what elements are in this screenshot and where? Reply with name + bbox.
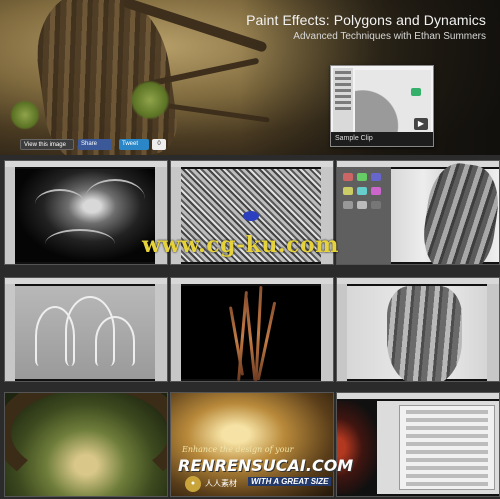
viewport-trunk (347, 286, 487, 381)
viewport-dark-tree (15, 169, 155, 262)
view-image-button[interactable]: View this image (20, 139, 74, 150)
sample-toolbar (333, 68, 353, 132)
page-title: Paint Effects: Polygons and Dynamics (246, 12, 486, 28)
screenshot-thumbnail[interactable] (336, 277, 500, 382)
viewport-vines (181, 285, 321, 381)
screenshot-thumbnail[interactable] (336, 392, 500, 497)
facebook-share-button[interactable]: Share (78, 139, 112, 150)
tweet-button[interactable]: Tweet (119, 139, 149, 150)
viewport-attributes (337, 401, 499, 494)
watermark-tagline: Enhance the design of your (182, 445, 294, 454)
sample-clip-caption: Sample Clip (331, 132, 433, 146)
forest-render (5, 393, 167, 496)
leaves-art (10, 100, 40, 130)
screenshot-thumbnail[interactable] (170, 277, 334, 382)
screenshot-thumbnail[interactable] (4, 392, 168, 497)
viewport-grey-trunk (391, 161, 499, 264)
watermark-logo-icon: ● (185, 476, 201, 492)
tree-trunk-art (28, 0, 182, 155)
play-icon[interactable]: ▶ (414, 118, 428, 130)
sample-highlight (411, 88, 421, 96)
screenshot-thumbnail[interactable] (4, 277, 168, 382)
watermark-chinese: 人人素材 (205, 479, 237, 488)
sample-clip-thumbnail[interactable]: ▶ Sample Clip (330, 65, 434, 147)
attribute-panel (399, 405, 495, 490)
watermark-size: WITH A GREAT SIZE (248, 477, 332, 486)
share-count: 0 (152, 139, 166, 150)
page: Paint Effects: Polygons and Dynamics Adv… (0, 0, 500, 499)
watermark-cgku: www.cg-ku.com (142, 232, 339, 258)
screenshot-thumbnail[interactable] (336, 160, 500, 265)
hero-banner: Paint Effects: Polygons and Dynamics Adv… (0, 0, 500, 155)
leaves-art (130, 80, 170, 120)
watermark-brand: RENRENSUCAI.COM (178, 456, 354, 475)
page-subtitle: Advanced Techniques with Ethan Summers (293, 31, 486, 42)
viewport-plant (15, 286, 155, 379)
brush-panel (337, 167, 391, 264)
